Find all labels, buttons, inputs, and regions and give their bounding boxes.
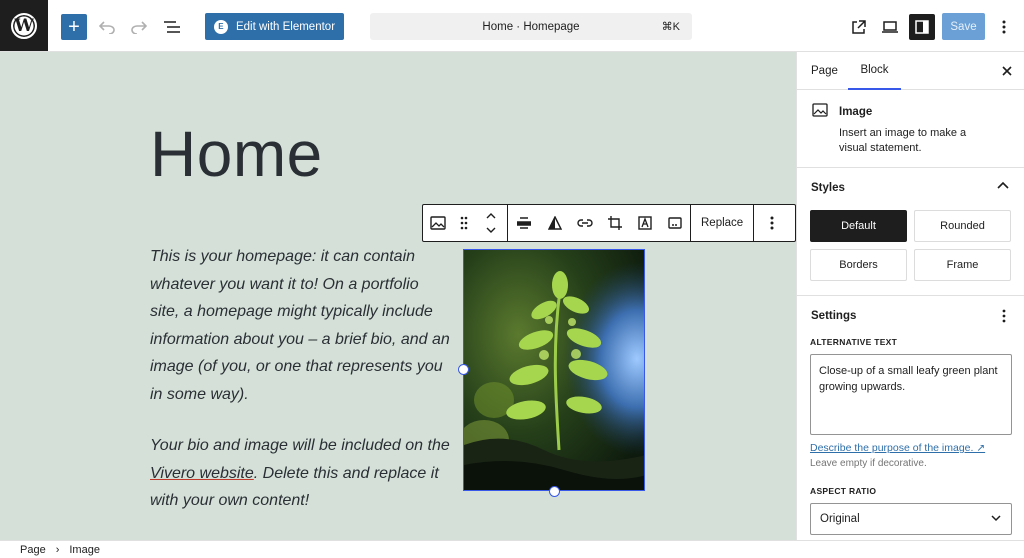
page-title[interactable]: Home <box>150 117 323 191</box>
settings-panel-header[interactable]: Settings <box>797 296 1024 336</box>
image-block[interactable] <box>463 249 645 491</box>
close-icon <box>1002 66 1012 76</box>
redo-icon <box>131 21 147 34</box>
drag-handle-icon <box>460 216 468 230</box>
aspect-ratio-select[interactable]: Original <box>810 503 1012 535</box>
save-label: Save <box>950 20 977 33</box>
image-icon <box>430 216 446 230</box>
settings-sidebar: Page Block Image Insert an image to make… <box>796 52 1024 540</box>
block-toolbar: Replace <box>422 204 796 242</box>
tab-page[interactable]: Page <box>811 52 838 90</box>
desktop-icon <box>882 21 898 33</box>
save-button[interactable]: Save <box>942 13 985 40</box>
style-borders-button[interactable]: Borders <box>810 249 907 281</box>
block-name: Image <box>839 106 873 118</box>
block-description: Insert an image to make a visual stateme… <box>839 127 967 154</box>
styles-options: Default Rounded Borders Frame <box>797 208 1024 296</box>
view-post-button[interactable] <box>846 14 870 40</box>
duotone-icon <box>548 216 562 230</box>
vertical-dots-icon[interactable] <box>1002 309 1006 323</box>
style-frame-button[interactable]: Frame <box>914 249 1011 281</box>
styles-panel-header[interactable]: Styles <box>797 168 1024 208</box>
fern-plant-image <box>464 250 644 490</box>
image-block-icon-wrap <box>812 103 828 122</box>
resize-handle-left[interactable] <box>458 364 469 375</box>
list-view-icon <box>164 21 180 33</box>
elementor-button-label: Edit with Elementor <box>235 20 336 33</box>
more-options-icon <box>770 216 774 230</box>
block-breadcrumb: Page › Image <box>0 540 1024 558</box>
settings-title: Settings <box>811 310 857 322</box>
preview-device-button[interactable] <box>878 14 902 40</box>
chevron-up-icon <box>997 181 1009 189</box>
breadcrumb-image[interactable]: Image <box>69 544 100 556</box>
style-rounded-button[interactable]: Rounded <box>914 210 1011 242</box>
drag-button[interactable] <box>453 205 475 241</box>
document-title: Home · Homepage <box>482 20 580 33</box>
alt-text-input[interactable]: Close-up of a small leafy green plant gr… <box>810 354 1012 435</box>
block-toolbar-group <box>508 205 691 241</box>
add-block-button[interactable]: + <box>61 14 87 40</box>
align-icon <box>517 217 531 229</box>
alt-text-label: ALTERNATIVE TEXT <box>810 337 898 347</box>
caption-button[interactable] <box>660 205 690 241</box>
link-button[interactable] <box>570 205 600 241</box>
command-shortcut: ⌘K <box>661 21 680 33</box>
undo-button[interactable] <box>96 14 118 40</box>
style-default-button[interactable]: Default <box>810 210 907 242</box>
options-menu-button[interactable] <box>994 14 1014 40</box>
top-toolbar: W + E Edit with Elementor Home · Homepag… <box>0 0 1024 52</box>
image-block-type-button[interactable] <box>423 205 453 241</box>
duotone-button[interactable] <box>540 205 570 241</box>
editor-canvas[interactable]: Home This is your homepage: it can conta… <box>0 52 796 540</box>
elementor-icon: E <box>213 19 228 34</box>
paragraph-block[interactable]: This is your homepage: it can contain wh… <box>150 243 450 408</box>
paragraph-block[interactable]: Your bio and image will be included on t… <box>150 432 450 515</box>
paragraph-text: Your bio and image will be included on t… <box>150 437 450 454</box>
aspect-ratio-label: ASPECT RATIO <box>810 486 877 496</box>
block-toolbar-group <box>754 205 790 241</box>
redo-button[interactable] <box>128 14 150 40</box>
sidebar-icon <box>915 20 929 34</box>
wordpress-logo-button[interactable]: W <box>0 0 48 51</box>
sidebar-tabs: Page Block <box>797 52 1024 90</box>
wordpress-logo-icon: W <box>11 12 37 39</box>
document-overview-button[interactable] <box>160 14 184 40</box>
replace-button[interactable]: Replace <box>691 205 753 241</box>
block-card: Image Insert an image to make a visual s… <box>797 90 1024 168</box>
crop-button[interactable] <box>600 205 630 241</box>
block-options-button[interactable] <box>754 205 790 241</box>
alt-help-text: Leave empty if decorative. <box>810 458 927 469</box>
text-overlay-button[interactable] <box>630 205 660 241</box>
link-icon <box>577 219 593 227</box>
vivero-website-link[interactable]: Vivero website <box>150 465 254 482</box>
vertical-dots-icon <box>1002 20 1006 34</box>
tab-block[interactable]: Block <box>848 52 901 90</box>
text-overlay-icon <box>638 216 652 230</box>
block-toolbar-group <box>423 205 508 241</box>
move-up-down-button[interactable] <box>475 205 507 241</box>
image-icon <box>812 103 828 117</box>
breadcrumb-separator: › <box>55 543 60 556</box>
resize-handle-bottom[interactable] <box>549 486 560 497</box>
close-sidebar-button[interactable] <box>1002 63 1012 79</box>
block-toolbar-group: Replace <box>691 205 755 241</box>
styles-title: Styles <box>811 182 845 194</box>
crop-icon <box>608 216 622 230</box>
describe-purpose-link[interactable]: Describe the purpose of the image. ↗ <box>810 442 985 454</box>
move-up-down-icon <box>486 213 496 233</box>
aspect-ratio-value: Original <box>820 513 860 525</box>
undo-icon <box>99 21 115 34</box>
breadcrumb-page[interactable]: Page <box>20 544 46 556</box>
chevron-down-icon <box>991 515 1001 522</box>
align-button[interactable] <box>508 205 540 241</box>
edit-with-elementor-button[interactable]: E Edit with Elementor <box>205 13 344 40</box>
plus-icon: + <box>68 16 80 38</box>
external-link-icon <box>851 19 866 34</box>
settings-toggle-button[interactable] <box>909 14 935 40</box>
caption-icon <box>668 217 682 229</box>
document-bar[interactable]: Home · Homepage ⌘K <box>370 13 692 40</box>
